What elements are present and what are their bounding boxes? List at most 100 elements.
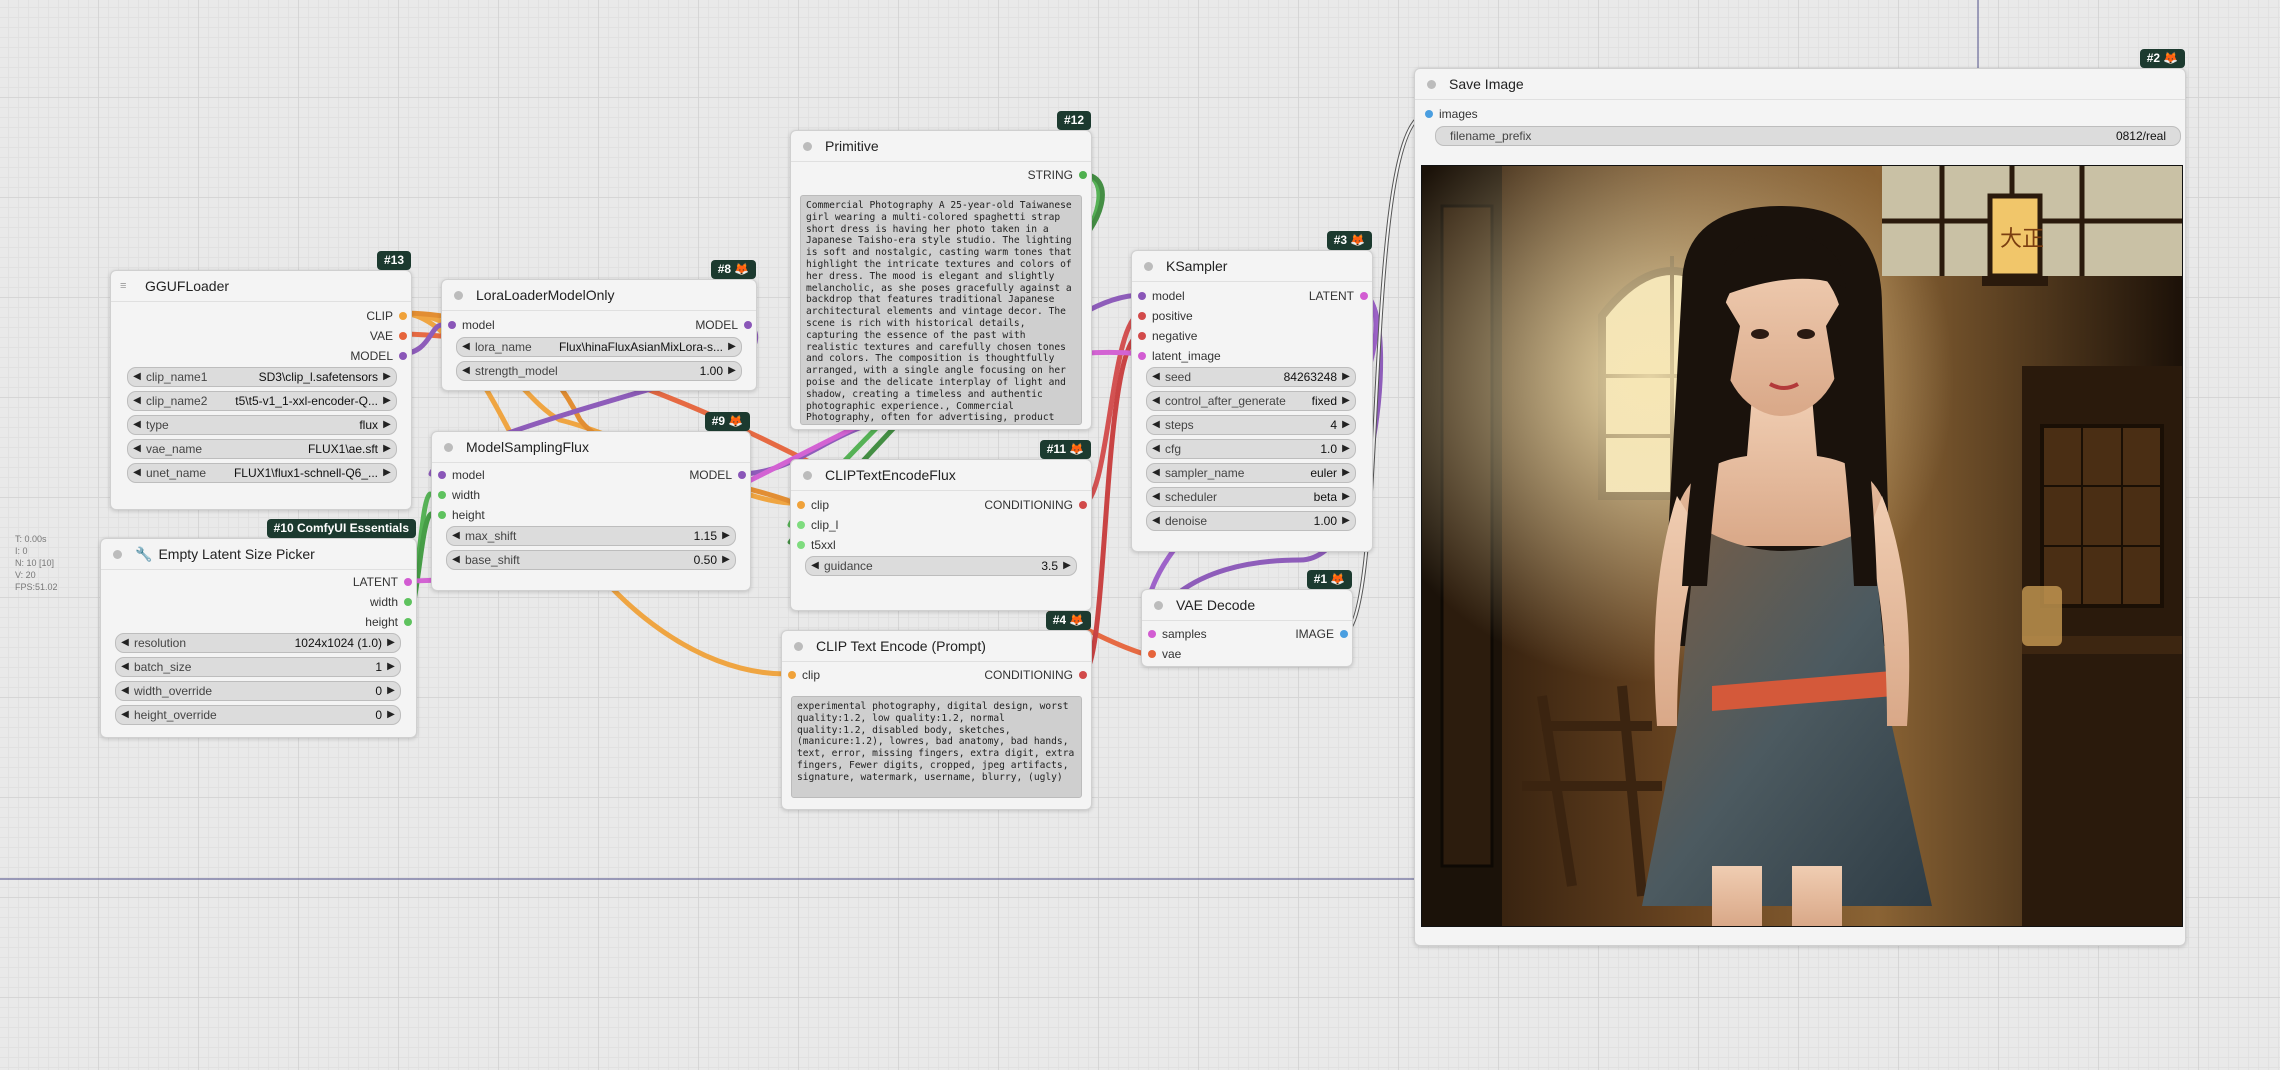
arrow-right-icon[interactable]: ▶ [381,416,393,434]
output-pin[interactable] [1079,671,1087,679]
arrow-right-icon[interactable]: ▶ [1340,416,1352,434]
output-pin[interactable] [738,471,746,479]
widget-base-shift[interactable]: ◀ base_shift 0.50 ▶ [446,550,736,570]
widget-cfg[interactable]: ◀ cfg 1.0 ▶ [1146,439,1356,459]
widget-resolution[interactable]: ◀ resolution 1024x1024 (1.0) ▶ [115,633,401,653]
node-title[interactable]: 🔧 Empty Latent Size Picker [101,539,416,570]
input-pin[interactable] [1148,630,1156,638]
output-vae[interactable]: VAE [370,326,407,346]
widget-scheduler[interactable]: ◀ scheduler beta ▶ [1146,487,1356,507]
widget-height-override[interactable]: ◀ height_override 0 ▶ [115,705,401,725]
input-pin[interactable] [1138,332,1146,340]
node-clip-text-encode-flux[interactable]: #11 🦊 CLIPTextEncodeFlux clip clip_l t5xx… [790,440,1092,611]
output-latent[interactable]: LATENT [1309,286,1368,306]
node-vae-decode[interactable]: #1 🦊 VAE Decode samples vae IMAGE [1141,570,1353,667]
input-height[interactable]: height [438,505,485,525]
input-clip-l[interactable]: clip_l [797,515,838,535]
arrow-right-icon[interactable]: ▶ [1340,512,1352,530]
widget-denoise[interactable]: ◀ denoise 1.00 ▶ [1146,511,1356,531]
arrow-left-icon[interactable]: ◀ [450,551,462,569]
output-pin[interactable] [399,312,407,320]
arrow-right-icon[interactable]: ▶ [720,551,732,569]
node-clip-text-encode-prompt[interactable]: #4 🦊 CLIP Text Encode (Prompt) clip CONDI… [781,611,1092,810]
widget-width-override[interactable]: ◀ width_override 0 ▶ [115,681,401,701]
node-save-image[interactable]: #2 🦊 Save Image images filename_prefix 081… [1414,49,2186,946]
input-t5xxl[interactable]: t5xxl [797,535,836,555]
input-samples[interactable]: samples [1148,624,1207,644]
widget-vae-name[interactable]: ◀ vae_name FLUX1\ae.sft ▶ [127,439,397,459]
arrow-left-icon[interactable]: ◀ [1150,464,1162,482]
output-string[interactable]: STRING [1028,165,1087,185]
widget-type[interactable]: ◀ type flux ▶ [127,415,397,435]
arrow-left-icon[interactable]: ◀ [460,362,472,380]
arrow-right-icon[interactable]: ▶ [385,634,397,652]
arrow-right-icon[interactable]: ▶ [1061,557,1073,575]
input-pin[interactable] [438,491,446,499]
arrow-right-icon[interactable]: ▶ [385,706,397,724]
node-gguf-loader[interactable]: #13 ≡ GGUFLoader CLIP VAE MODEL ◀ clip_nam… [110,251,412,510]
input-pin[interactable] [448,321,456,329]
input-pin[interactable] [797,501,805,509]
arrow-right-icon[interactable]: ▶ [720,527,732,545]
arrow-right-icon[interactable]: ▶ [1340,368,1352,386]
arrow-right-icon[interactable]: ▶ [726,338,738,356]
widget-sampler-name[interactable]: ◀ sampler_name euler ▶ [1146,463,1356,483]
arrow-left-icon[interactable]: ◀ [809,557,821,575]
arrow-left-icon[interactable]: ◀ [131,368,143,386]
widget-clip-name1[interactable]: ◀ clip_name1 SD3\clip_l.safetensors ▶ [127,367,397,387]
negative-prompt-textarea[interactable]: experimental photography, digital design… [791,696,1082,798]
output-image[interactable]: IMAGE [1295,624,1348,644]
output-pin[interactable] [1079,501,1087,509]
node-title[interactable]: KSampler [1132,251,1372,282]
widget-guidance[interactable]: ◀ guidance 3.5 ▶ [805,556,1077,576]
arrow-left-icon[interactable]: ◀ [119,658,131,676]
node-empty-latent-size-picker[interactable]: #10 ComfyUI Essentials 🔧 Empty Latent Siz… [100,519,417,738]
output-pin[interactable] [1360,292,1368,300]
node-title[interactable]: LoraLoaderModelOnly [442,280,756,311]
input-vae[interactable]: vae [1148,644,1181,664]
input-pin[interactable] [1138,292,1146,300]
input-clip[interactable]: clip [788,665,820,685]
output-clip[interactable]: CLIP [366,306,407,326]
output-pin[interactable] [399,332,407,340]
arrow-left-icon[interactable]: ◀ [450,527,462,545]
widget-seed[interactable]: ◀ seed 84263248 ▶ [1146,367,1356,387]
output-pin[interactable] [404,598,412,606]
node-title[interactable]: ModelSamplingFlux [432,432,750,463]
arrow-left-icon[interactable]: ◀ [1150,416,1162,434]
node-title[interactable]: CLIPTextEncodeFlux [791,460,1091,491]
input-clip[interactable]: clip [797,495,829,515]
arrow-left-icon[interactable]: ◀ [119,634,131,652]
node-ksampler[interactable]: #3 🦊 KSampler model positive negative lat… [1131,231,1373,552]
arrow-left-icon[interactable]: ◀ [131,464,143,482]
input-pin[interactable] [438,471,446,479]
arrow-left-icon[interactable]: ◀ [119,706,131,724]
input-negative[interactable]: negative [1138,326,1197,346]
arrow-left-icon[interactable]: ◀ [119,682,131,700]
arrow-left-icon[interactable]: ◀ [131,440,143,458]
input-latent-image[interactable]: latent_image [1138,346,1221,366]
arrow-left-icon[interactable]: ◀ [1150,488,1162,506]
node-title[interactable]: CLIP Text Encode (Prompt) [782,631,1091,662]
output-latent[interactable]: LATENT [353,572,412,592]
arrow-right-icon[interactable]: ▶ [381,440,393,458]
input-pin[interactable] [797,521,805,529]
node-model-sampling-flux[interactable]: #9 🦊 ModelSamplingFlux model width height… [431,412,751,591]
node-lora-loader[interactable]: #8 🦊 LoraLoaderModelOnly model MODEL ◀ lor… [441,260,757,391]
arrow-right-icon[interactable]: ▶ [381,464,393,482]
output-pin[interactable] [1079,171,1087,179]
input-model[interactable]: model [448,315,495,335]
output-model[interactable]: MODEL [689,465,746,485]
widget-strength-model[interactable]: ◀ strength_model 1.00 ▶ [456,361,742,381]
input-pin[interactable] [1148,650,1156,658]
arrow-right-icon[interactable]: ▶ [381,392,393,410]
prompt-textarea[interactable]: Commercial Photography A 25-year-old Tai… [800,195,1082,425]
input-positive[interactable]: positive [1138,306,1193,326]
arrow-left-icon[interactable]: ◀ [131,392,143,410]
arrow-left-icon[interactable]: ◀ [1150,440,1162,458]
preview-image[interactable]: 大正 [1421,165,2183,927]
output-pin[interactable] [399,352,407,360]
arrow-right-icon[interactable]: ▶ [1340,440,1352,458]
node-title[interactable]: VAE Decode [1142,590,1352,621]
arrow-right-icon[interactable]: ▶ [385,658,397,676]
